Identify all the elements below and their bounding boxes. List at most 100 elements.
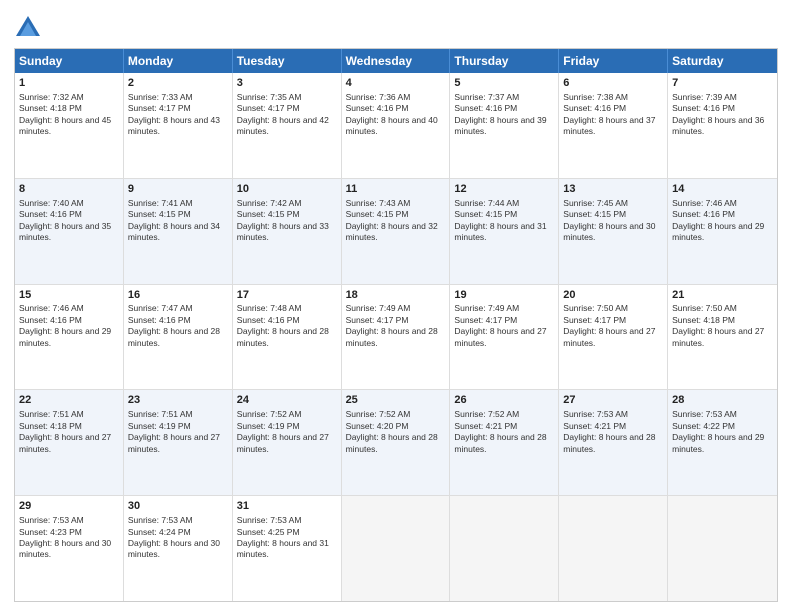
- cell-info: Sunrise: 7:52 AMSunset: 4:20 PMDaylight:…: [346, 409, 438, 453]
- day-number: 26: [454, 393, 554, 408]
- header-day-sunday: Sunday: [15, 49, 124, 73]
- header-day-monday: Monday: [124, 49, 233, 73]
- cell-info: Sunrise: 7:32 AMSunset: 4:18 PMDaylight:…: [19, 92, 111, 136]
- calendar-cell-14: 14Sunrise: 7:46 AMSunset: 4:16 PMDayligh…: [668, 179, 777, 284]
- calendar-cell-13: 13Sunrise: 7:45 AMSunset: 4:15 PMDayligh…: [559, 179, 668, 284]
- calendar-cell-6: 6Sunrise: 7:38 AMSunset: 4:16 PMDaylight…: [559, 73, 668, 178]
- empty-cell: [450, 496, 559, 601]
- day-number: 7: [672, 76, 773, 91]
- calendar-cell-27: 27Sunrise: 7:53 AMSunset: 4:21 PMDayligh…: [559, 390, 668, 495]
- calendar-header: SundayMondayTuesdayWednesdayThursdayFrid…: [15, 49, 777, 73]
- calendar-cell-5: 5Sunrise: 7:37 AMSunset: 4:16 PMDaylight…: [450, 73, 559, 178]
- calendar-cell-26: 26Sunrise: 7:52 AMSunset: 4:21 PMDayligh…: [450, 390, 559, 495]
- day-number: 15: [19, 288, 119, 303]
- cell-info: Sunrise: 7:36 AMSunset: 4:16 PMDaylight:…: [346, 92, 438, 136]
- cell-info: Sunrise: 7:35 AMSunset: 4:17 PMDaylight:…: [237, 92, 329, 136]
- day-number: 25: [346, 393, 446, 408]
- header-day-tuesday: Tuesday: [233, 49, 342, 73]
- cell-info: Sunrise: 7:45 AMSunset: 4:15 PMDaylight:…: [563, 198, 655, 242]
- logo: [14, 14, 45, 42]
- day-number: 12: [454, 182, 554, 197]
- empty-cell: [342, 496, 451, 601]
- calendar-row-1: 1Sunrise: 7:32 AMSunset: 4:18 PMDaylight…: [15, 73, 777, 179]
- calendar-cell-7: 7Sunrise: 7:39 AMSunset: 4:16 PMDaylight…: [668, 73, 777, 178]
- cell-info: Sunrise: 7:46 AMSunset: 4:16 PMDaylight:…: [19, 303, 111, 347]
- day-number: 6: [563, 76, 663, 91]
- day-number: 5: [454, 76, 554, 91]
- cell-info: Sunrise: 7:49 AMSunset: 4:17 PMDaylight:…: [346, 303, 438, 347]
- calendar-row-5: 29Sunrise: 7:53 AMSunset: 4:23 PMDayligh…: [15, 496, 777, 601]
- calendar-cell-2: 2Sunrise: 7:33 AMSunset: 4:17 PMDaylight…: [124, 73, 233, 178]
- day-number: 14: [672, 182, 773, 197]
- day-number: 3: [237, 76, 337, 91]
- day-number: 23: [128, 393, 228, 408]
- day-number: 21: [672, 288, 773, 303]
- cell-info: Sunrise: 7:50 AMSunset: 4:18 PMDaylight:…: [672, 303, 764, 347]
- day-number: 11: [346, 182, 446, 197]
- day-number: 10: [237, 182, 337, 197]
- cell-info: Sunrise: 7:52 AMSunset: 4:19 PMDaylight:…: [237, 409, 329, 453]
- calendar-cell-21: 21Sunrise: 7:50 AMSunset: 4:18 PMDayligh…: [668, 285, 777, 390]
- calendar-cell-18: 18Sunrise: 7:49 AMSunset: 4:17 PMDayligh…: [342, 285, 451, 390]
- calendar-cell-10: 10Sunrise: 7:42 AMSunset: 4:15 PMDayligh…: [233, 179, 342, 284]
- cell-info: Sunrise: 7:53 AMSunset: 4:21 PMDaylight:…: [563, 409, 655, 453]
- cell-info: Sunrise: 7:53 AMSunset: 4:23 PMDaylight:…: [19, 515, 111, 559]
- day-number: 17: [237, 288, 337, 303]
- day-number: 29: [19, 499, 119, 514]
- calendar-row-3: 15Sunrise: 7:46 AMSunset: 4:16 PMDayligh…: [15, 285, 777, 391]
- day-number: 4: [346, 76, 446, 91]
- header-day-wednesday: Wednesday: [342, 49, 451, 73]
- calendar-cell-17: 17Sunrise: 7:48 AMSunset: 4:16 PMDayligh…: [233, 285, 342, 390]
- day-number: 27: [563, 393, 663, 408]
- cell-info: Sunrise: 7:47 AMSunset: 4:16 PMDaylight:…: [128, 303, 220, 347]
- calendar: SundayMondayTuesdayWednesdayThursdayFrid…: [14, 48, 778, 602]
- cell-info: Sunrise: 7:51 AMSunset: 4:18 PMDaylight:…: [19, 409, 111, 453]
- calendar-cell-23: 23Sunrise: 7:51 AMSunset: 4:19 PMDayligh…: [124, 390, 233, 495]
- cell-info: Sunrise: 7:39 AMSunset: 4:16 PMDaylight:…: [672, 92, 764, 136]
- calendar-cell-30: 30Sunrise: 7:53 AMSunset: 4:24 PMDayligh…: [124, 496, 233, 601]
- calendar-cell-16: 16Sunrise: 7:47 AMSunset: 4:16 PMDayligh…: [124, 285, 233, 390]
- calendar-cell-24: 24Sunrise: 7:52 AMSunset: 4:19 PMDayligh…: [233, 390, 342, 495]
- cell-info: Sunrise: 7:51 AMSunset: 4:19 PMDaylight:…: [128, 409, 220, 453]
- cell-info: Sunrise: 7:41 AMSunset: 4:15 PMDaylight:…: [128, 198, 220, 242]
- cell-info: Sunrise: 7:33 AMSunset: 4:17 PMDaylight:…: [128, 92, 220, 136]
- day-number: 28: [672, 393, 773, 408]
- cell-info: Sunrise: 7:40 AMSunset: 4:16 PMDaylight:…: [19, 198, 111, 242]
- day-number: 18: [346, 288, 446, 303]
- calendar-cell-20: 20Sunrise: 7:50 AMSunset: 4:17 PMDayligh…: [559, 285, 668, 390]
- day-number: 19: [454, 288, 554, 303]
- calendar-cell-19: 19Sunrise: 7:49 AMSunset: 4:17 PMDayligh…: [450, 285, 559, 390]
- calendar-cell-28: 28Sunrise: 7:53 AMSunset: 4:22 PMDayligh…: [668, 390, 777, 495]
- calendar-cell-31: 31Sunrise: 7:53 AMSunset: 4:25 PMDayligh…: [233, 496, 342, 601]
- day-number: 8: [19, 182, 119, 197]
- calendar-cell-12: 12Sunrise: 7:44 AMSunset: 4:15 PMDayligh…: [450, 179, 559, 284]
- cell-info: Sunrise: 7:53 AMSunset: 4:24 PMDaylight:…: [128, 515, 220, 559]
- empty-cell: [559, 496, 668, 601]
- calendar-cell-9: 9Sunrise: 7:41 AMSunset: 4:15 PMDaylight…: [124, 179, 233, 284]
- calendar-cell-15: 15Sunrise: 7:46 AMSunset: 4:16 PMDayligh…: [15, 285, 124, 390]
- calendar-cell-25: 25Sunrise: 7:52 AMSunset: 4:20 PMDayligh…: [342, 390, 451, 495]
- day-number: 30: [128, 499, 228, 514]
- cell-info: Sunrise: 7:38 AMSunset: 4:16 PMDaylight:…: [563, 92, 655, 136]
- day-number: 1: [19, 76, 119, 91]
- empty-cell: [668, 496, 777, 601]
- calendar-cell-1: 1Sunrise: 7:32 AMSunset: 4:18 PMDaylight…: [15, 73, 124, 178]
- cell-info: Sunrise: 7:53 AMSunset: 4:22 PMDaylight:…: [672, 409, 764, 453]
- cell-info: Sunrise: 7:52 AMSunset: 4:21 PMDaylight:…: [454, 409, 546, 453]
- cell-info: Sunrise: 7:50 AMSunset: 4:17 PMDaylight:…: [563, 303, 655, 347]
- day-number: 9: [128, 182, 228, 197]
- cell-info: Sunrise: 7:49 AMSunset: 4:17 PMDaylight:…: [454, 303, 546, 347]
- calendar-cell-8: 8Sunrise: 7:40 AMSunset: 4:16 PMDaylight…: [15, 179, 124, 284]
- calendar-cell-11: 11Sunrise: 7:43 AMSunset: 4:15 PMDayligh…: [342, 179, 451, 284]
- cell-info: Sunrise: 7:46 AMSunset: 4:16 PMDaylight:…: [672, 198, 764, 242]
- cell-info: Sunrise: 7:53 AMSunset: 4:25 PMDaylight:…: [237, 515, 329, 559]
- calendar-cell-4: 4Sunrise: 7:36 AMSunset: 4:16 PMDaylight…: [342, 73, 451, 178]
- calendar-body: 1Sunrise: 7:32 AMSunset: 4:18 PMDaylight…: [15, 73, 777, 601]
- day-number: 22: [19, 393, 119, 408]
- day-number: 31: [237, 499, 337, 514]
- day-number: 2: [128, 76, 228, 91]
- cell-info: Sunrise: 7:44 AMSunset: 4:15 PMDaylight:…: [454, 198, 546, 242]
- cell-info: Sunrise: 7:42 AMSunset: 4:15 PMDaylight:…: [237, 198, 329, 242]
- cell-info: Sunrise: 7:37 AMSunset: 4:16 PMDaylight:…: [454, 92, 546, 136]
- calendar-cell-22: 22Sunrise: 7:51 AMSunset: 4:18 PMDayligh…: [15, 390, 124, 495]
